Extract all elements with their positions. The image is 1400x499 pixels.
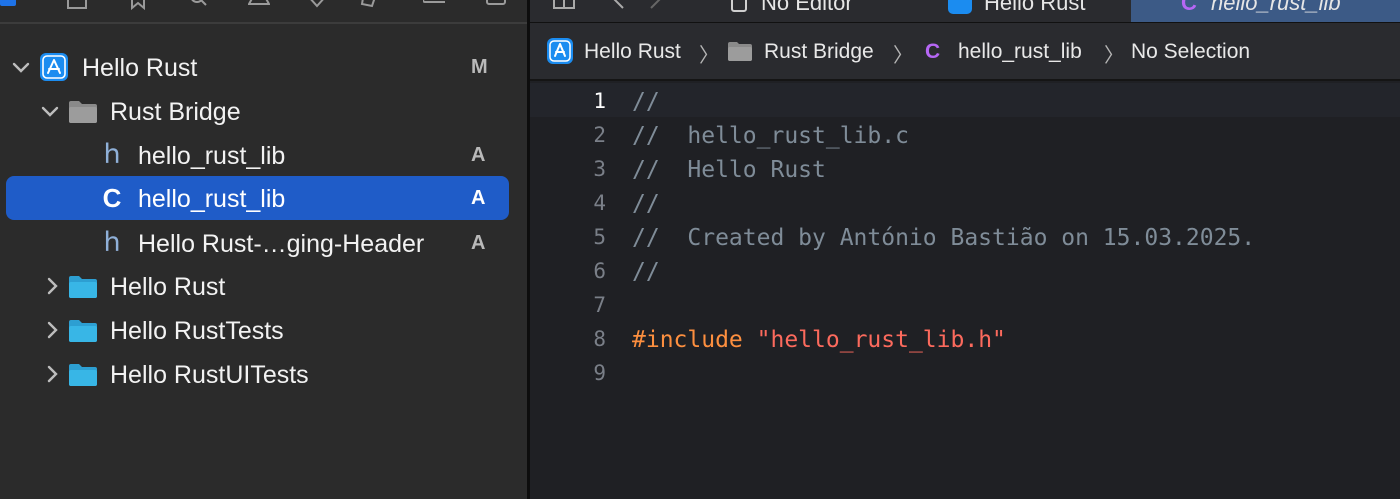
app-project-icon xyxy=(547,38,573,64)
tree-row-label: Hello Rust xyxy=(82,54,198,82)
code-line: 9 xyxy=(530,355,1400,389)
tree-row-group-rust-bridge[interactable]: Rust Bridge xyxy=(6,89,509,133)
navigator-toolbar xyxy=(0,0,527,22)
tree-row-label: Hello RustUITests xyxy=(110,361,309,389)
code-line: 5 // Created by António Bastião on 15.03… xyxy=(530,219,1400,253)
source-editor: No Editor Hello Rust C hello_rust_lib He… xyxy=(530,0,1400,499)
project-navigator-tab-icon[interactable] xyxy=(0,0,16,6)
tree-row-label: hello_rust_lib xyxy=(138,185,286,213)
forward-arrow-icon[interactable] xyxy=(648,0,662,10)
tab-label: No Editor xyxy=(761,0,853,15)
tab-label: hello_rust_lib xyxy=(1211,0,1341,15)
code-line: 7 xyxy=(530,287,1400,321)
debug-spray-icon[interactable] xyxy=(360,0,382,10)
code-comment: // hello_rust_lib.c xyxy=(632,123,909,149)
code-line: 8 #include "hello_rust_lib.h" xyxy=(530,321,1400,355)
tree-row-label: Hello Rust-…ging-Header xyxy=(138,230,425,258)
tree-row-folder-hello-rust-ui-tests[interactable]: Hello RustUITests xyxy=(6,352,509,396)
code-comment: // Hello Rust xyxy=(632,157,826,183)
code-line: 1 // xyxy=(530,83,1400,117)
line-number: 5 xyxy=(593,225,606,249)
find-icon[interactable] xyxy=(188,0,210,10)
editor-tab-bar: No Editor Hello Rust C hello_rust_lib xyxy=(530,0,1400,23)
tree-row-label: Hello Rust xyxy=(110,273,226,301)
code-line: 4 // xyxy=(530,185,1400,219)
document-icon xyxy=(731,0,747,12)
breadcrumb-project[interactable]: Hello Rust xyxy=(584,40,681,64)
folder-icon xyxy=(69,276,97,298)
tab-no-editor[interactable]: No Editor xyxy=(725,0,900,22)
chevron-down-icon[interactable] xyxy=(11,57,31,77)
tree-row-folder-hello-rust[interactable]: Hello Rust xyxy=(6,264,509,308)
breadcrumb-separator: 〉 xyxy=(893,45,913,67)
tree-row-label: hello_rust_lib xyxy=(138,142,286,170)
h-file-icon: h xyxy=(103,227,121,258)
line-number: 8 xyxy=(593,327,606,351)
line-number: 1 xyxy=(593,89,606,113)
line-number: 3 xyxy=(593,157,606,181)
chevron-right-icon[interactable] xyxy=(42,364,62,384)
navigator-divider xyxy=(0,22,527,24)
tree-row-file-hello-rust-lib-c[interactable]: C hello_rust_lib A xyxy=(6,176,509,220)
scm-status-badge: A xyxy=(471,144,486,166)
code-comment: // Created by António Bastião on 15.03.2… xyxy=(632,225,1256,251)
c-file-icon: C xyxy=(102,183,122,213)
tab-hello-rust[interactable]: Hello Rust xyxy=(940,0,1130,22)
breadcrumb-separator: 〉 xyxy=(699,45,719,67)
test-diamond-icon[interactable] xyxy=(306,0,328,10)
breadcrumb-separator: 〉 xyxy=(1104,45,1124,67)
tree-row-file-bridging-header[interactable]: h Hello Rust-…ging-Header A xyxy=(6,221,509,265)
scm-status-badge: A xyxy=(471,187,486,209)
line-number: 9 xyxy=(593,361,606,385)
string-literal: "hello_rust_lib.h" xyxy=(756,327,1006,353)
scm-status-badge: A xyxy=(471,232,486,254)
tree-row-label: Hello RustTests xyxy=(110,317,284,345)
chevron-down-icon[interactable] xyxy=(40,101,60,121)
c-file-icon: C xyxy=(925,40,941,63)
jump-bar: Hello Rust 〉 Rust Bridge 〉 C hello_rust_… xyxy=(530,23,1400,81)
code-comment: // xyxy=(632,259,660,285)
line-number: 6 xyxy=(593,259,606,283)
app-project-icon xyxy=(948,0,972,14)
preprocessor-keyword: #include xyxy=(632,327,743,353)
back-arrow-icon[interactable] xyxy=(612,0,626,10)
chevron-right-icon[interactable] xyxy=(42,320,62,340)
tree-row-file-hello-rust-lib-h[interactable]: h hello_rust_lib A xyxy=(6,133,509,177)
bookmark-icon[interactable] xyxy=(127,0,149,10)
issue-warning-icon[interactable] xyxy=(248,0,270,10)
project-navigator: Hello Rust M Rust Bridge h hello_rust_li… xyxy=(0,0,527,499)
folder-icon xyxy=(69,364,97,386)
tree-row-label: Rust Bridge xyxy=(110,98,241,126)
tab-label: Hello Rust xyxy=(984,0,1086,15)
folder-icon xyxy=(728,42,752,61)
line-number: 2 xyxy=(593,123,606,147)
related-items-grid-icon[interactable] xyxy=(552,0,576,10)
tab-hello-rust-lib[interactable]: C hello_rust_lib xyxy=(1131,0,1400,22)
code-include-directive: #include "hello_rust_lib.h" xyxy=(632,327,1006,353)
line-number: 7 xyxy=(593,293,606,317)
code-line: 3 // Hello Rust xyxy=(530,151,1400,185)
code-line: 6 // xyxy=(530,253,1400,287)
code-line: 2 // hello_rust_lib.c xyxy=(530,117,1400,151)
code-comment: // xyxy=(632,191,660,217)
h-file-icon: h xyxy=(103,139,121,170)
breakpoint-icon[interactable] xyxy=(423,0,445,10)
code-text-area[interactable]: 1 // 2 // hello_rust_lib.c 3 // Hello Ru… xyxy=(530,81,1400,499)
line-number: 4 xyxy=(593,191,606,215)
breadcrumb-group[interactable]: Rust Bridge xyxy=(764,40,874,64)
tree-row-folder-hello-rust-tests[interactable]: Hello RustTests xyxy=(6,308,509,352)
breadcrumb-file[interactable]: hello_rust_lib xyxy=(958,40,1082,64)
report-icon[interactable] xyxy=(485,0,507,10)
c-file-icon: C xyxy=(1181,0,1197,15)
source-control-icon[interactable] xyxy=(66,0,88,10)
chevron-right-icon[interactable] xyxy=(42,276,62,296)
code-comment: // xyxy=(632,89,660,115)
breadcrumb-symbol[interactable]: No Selection xyxy=(1131,40,1250,64)
folder-icon xyxy=(69,101,97,123)
app-project-icon xyxy=(40,53,68,81)
scm-status-badge: M xyxy=(471,56,488,78)
tree-row-project-hello-rust[interactable]: Hello Rust M xyxy=(6,45,509,89)
folder-icon xyxy=(69,320,97,342)
